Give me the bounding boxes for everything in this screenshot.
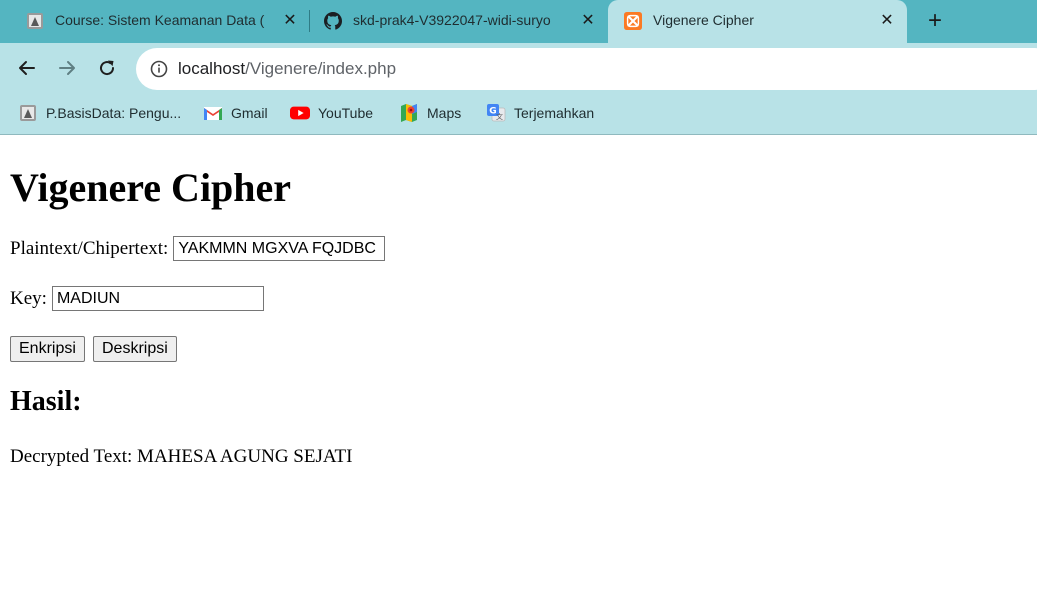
- tab-title: Course: Sistem Keamanan Data (: [55, 12, 265, 28]
- bookmark-terjemahkan[interactable]: G文 Terjemahkan: [486, 102, 594, 124]
- tab-github[interactable]: skd-prak4-V3922047-widi-suryo ✕: [298, 0, 606, 43]
- tab-title: skd-prak4-V3922047-widi-suryo: [353, 12, 551, 28]
- moodle-course-icon: [26, 12, 44, 30]
- close-tab-icon[interactable]: ✕: [280, 10, 300, 30]
- back-arrow-icon: [19, 61, 35, 75]
- translate-icon: G文: [486, 103, 506, 123]
- github-icon: [324, 12, 342, 30]
- url-host: localhost: [178, 59, 246, 78]
- reload-icon: [100, 60, 115, 76]
- bookmark-label: Terjemahkan: [514, 105, 595, 121]
- xampp-icon: [624, 12, 642, 30]
- moodle-bookmark-icon: [18, 103, 38, 123]
- bookmark-youtube[interactable]: YouTube: [290, 102, 373, 124]
- tab-vigenere[interactable]: Vigenere Cipher ✕: [608, 0, 907, 43]
- forward-button[interactable]: [54, 55, 80, 81]
- result-text: Decrypted Text: MAHESA AGUNG SEJATI: [10, 446, 353, 467]
- gmail-icon: [203, 103, 223, 123]
- result-heading: Hasil:: [10, 386, 82, 417]
- decrypt-button[interactable]: Deskripsi: [93, 336, 177, 362]
- address-bar[interactable]: localhost/Vigenere/index.php: [136, 48, 1037, 90]
- forward-arrow-icon: [59, 61, 75, 75]
- site-info-icon[interactable]: [150, 60, 168, 78]
- bookmarks-bar: P.BasisData: Pengu... Gmail YouTube Maps…: [0, 92, 1037, 135]
- page-title: Vigenere Cipher: [10, 165, 292, 210]
- bookmark-maps[interactable]: Maps: [399, 102, 461, 124]
- bookmark-label: YouTube: [318, 105, 374, 121]
- tab-title: Vigenere Cipher: [653, 12, 754, 28]
- bookmark-label: Gmail: [231, 105, 268, 121]
- reload-button[interactable]: [94, 55, 120, 81]
- close-tab-icon[interactable]: ✕: [578, 10, 598, 30]
- new-tab-button[interactable]: +: [922, 7, 948, 34]
- bookmark-basisdata[interactable]: P.BasisData: Pengu...: [18, 102, 181, 124]
- browser-toolbar: localhost/Vigenere/index.php: [0, 43, 1037, 92]
- bookmark-gmail[interactable]: Gmail: [203, 102, 268, 124]
- bookmark-label: P.BasisData: Pengu...: [46, 105, 182, 121]
- text-row: Plaintext/Chipertext:: [10, 236, 386, 261]
- key-input[interactable]: [51, 286, 264, 311]
- tab-course[interactable]: Course: Sistem Keamanan Data ( ✕: [0, 0, 308, 43]
- bookmark-label: Maps: [427, 105, 462, 121]
- url-path: /Vigenere/index.php: [245, 59, 397, 78]
- text-input[interactable]: [173, 236, 386, 261]
- tab-strip: Course: Sistem Keamanan Data ( ✕ skd-pra…: [0, 0, 1037, 43]
- encrypt-button[interactable]: Enkripsi: [10, 336, 85, 362]
- maps-icon: [399, 103, 419, 123]
- back-button[interactable]: [14, 55, 40, 81]
- url-text[interactable]: localhost/Vigenere/index.php: [178, 59, 396, 79]
- close-tab-icon[interactable]: ✕: [877, 10, 897, 30]
- svg-text:文: 文: [496, 112, 503, 121]
- text-label: Plaintext/Chipertext:: [10, 237, 169, 259]
- key-row: Key:: [10, 286, 264, 311]
- youtube-icon: [290, 103, 310, 123]
- key-label: Key:: [10, 287, 47, 309]
